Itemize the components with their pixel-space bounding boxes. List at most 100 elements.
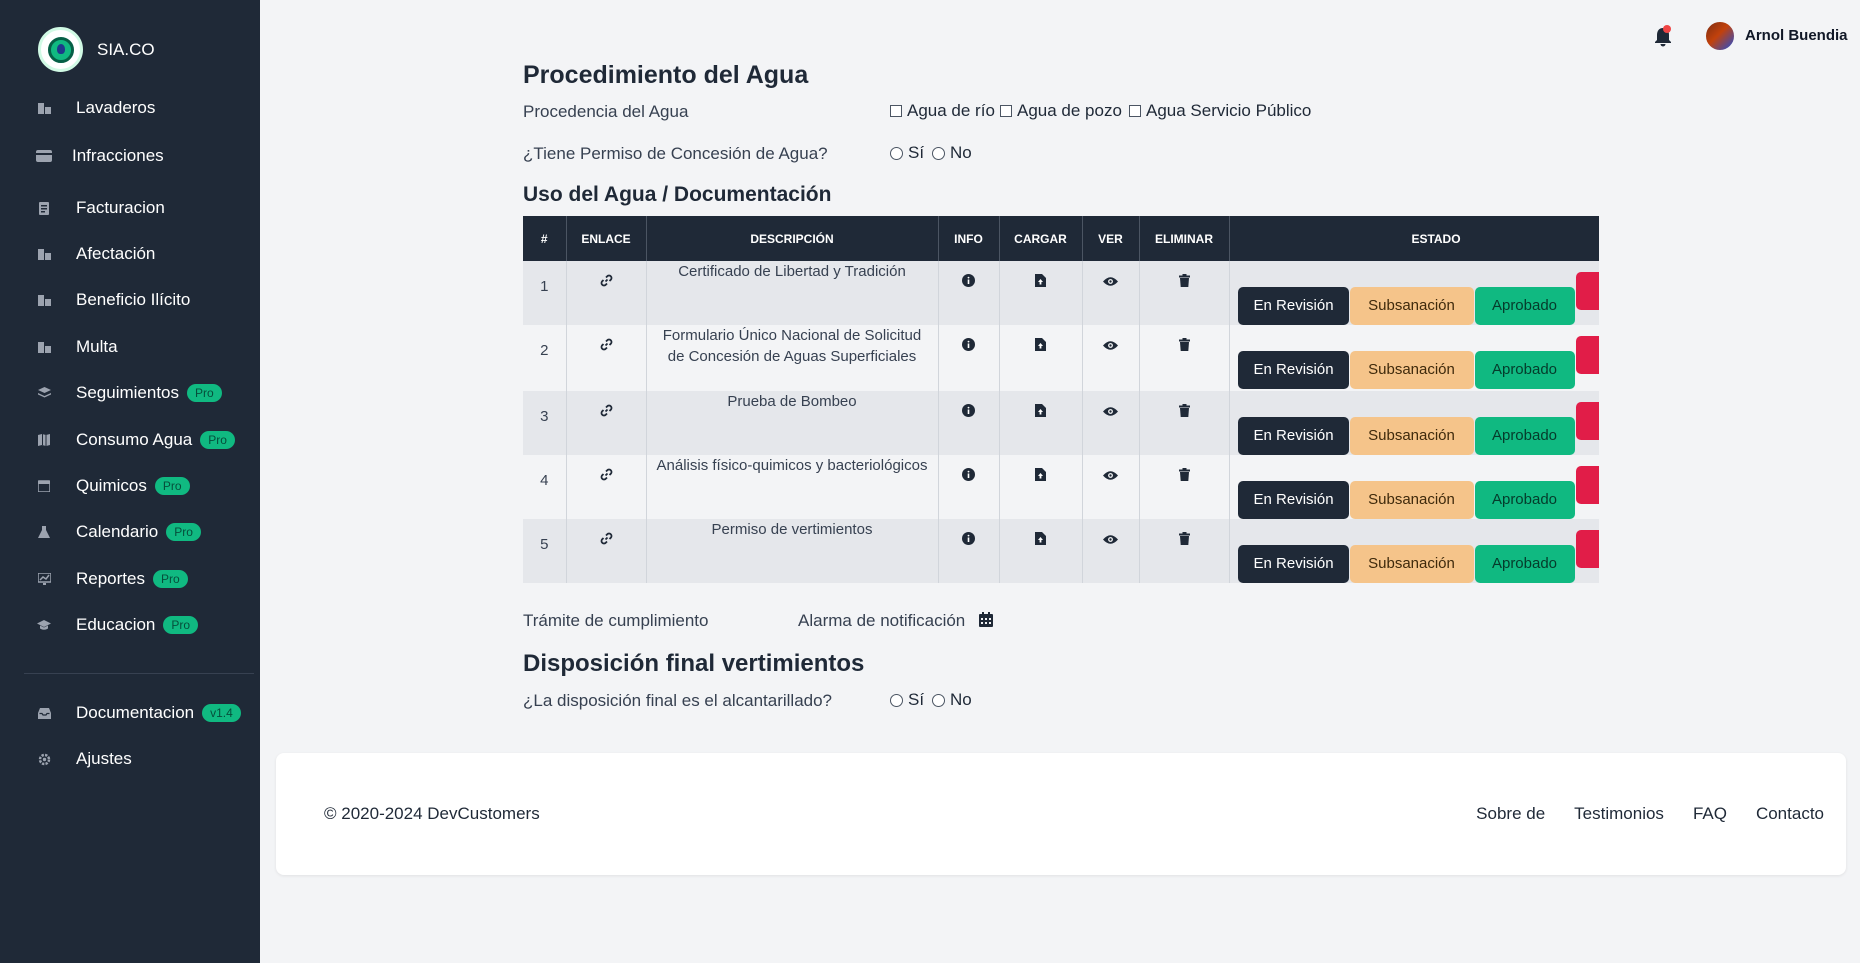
status-rechazado-button[interactable] bbox=[1575, 466, 1599, 504]
upload-file-icon[interactable] bbox=[1035, 404, 1046, 420]
status-en-revision-button[interactable]: En Revisión bbox=[1237, 417, 1349, 455]
checkbox[interactable] bbox=[1000, 105, 1012, 117]
checkbox[interactable] bbox=[1129, 105, 1141, 117]
documents-table: # ENLACE DESCRIPCIÓN INFO CARGAR VER ELI… bbox=[523, 216, 1599, 584]
credit-card-icon bbox=[36, 150, 52, 162]
sidebar-item-infracciones[interactable]: Infracciones bbox=[36, 143, 164, 169]
link-icon[interactable] bbox=[600, 274, 613, 290]
sidebar-item-label: Educacion bbox=[76, 615, 156, 634]
status-aprobado-button[interactable]: Aprobado bbox=[1474, 545, 1575, 583]
chart-icon bbox=[36, 573, 52, 585]
upload-file-icon[interactable] bbox=[1035, 468, 1046, 484]
user-name[interactable]: Arnol Buendia bbox=[1745, 27, 1848, 44]
graduation-cap-icon bbox=[36, 619, 52, 631]
info-icon[interactable] bbox=[962, 404, 975, 420]
link-icon[interactable] bbox=[600, 532, 613, 548]
sidebar-item-multa[interactable]: Multa bbox=[36, 334, 118, 360]
info-icon[interactable] bbox=[962, 532, 975, 548]
link-icon[interactable] bbox=[600, 468, 613, 484]
trash-icon[interactable] bbox=[1178, 274, 1190, 290]
sidebar-item-calendario[interactable]: Calendario Pro bbox=[36, 519, 201, 545]
checkbox[interactable] bbox=[890, 105, 902, 117]
disposicion-radio-no[interactable]: No bbox=[932, 690, 972, 710]
row-description: Certificado de Libertad y Tradición bbox=[646, 261, 939, 325]
info-icon[interactable] bbox=[962, 468, 975, 484]
building-icon bbox=[36, 341, 52, 353]
sidebar-item-afectacion[interactable]: Afectación bbox=[36, 241, 155, 267]
sidebar-item-documentacion[interactable]: Documentacion v1.4 bbox=[36, 700, 241, 726]
radio[interactable] bbox=[932, 146, 945, 160]
status-subsanacion-button[interactable]: Subsanación bbox=[1349, 287, 1474, 325]
upload-file-icon[interactable] bbox=[1035, 274, 1046, 290]
table-row: 3 Prueba de Bombeo En Revisión Subsanació… bbox=[523, 391, 1599, 455]
status-rechazado-button[interactable] bbox=[1575, 272, 1599, 310]
sidebar-item-educacion[interactable]: Educacion Pro bbox=[36, 612, 199, 638]
col-header: ELIMINAR bbox=[1139, 216, 1230, 261]
status-en-revision-button[interactable]: En Revisión bbox=[1237, 351, 1349, 389]
disposicion-label: ¿La disposición final es el alcantarilla… bbox=[523, 691, 833, 710]
option-agua-servicio-publico[interactable]: Agua Servicio Público bbox=[1129, 101, 1311, 121]
radio[interactable] bbox=[932, 693, 945, 707]
eye-icon[interactable] bbox=[1103, 275, 1118, 290]
eye-icon[interactable] bbox=[1103, 405, 1118, 420]
sidebar: SIA.CO Lavaderos Infracciones Facturacio… bbox=[0, 0, 260, 963]
permiso-radio-no[interactable]: No bbox=[932, 143, 972, 163]
status-rechazado-button[interactable] bbox=[1575, 336, 1599, 374]
sidebar-item-reportes[interactable]: Reportes Pro bbox=[36, 566, 188, 592]
link-icon[interactable] bbox=[600, 404, 613, 420]
footer-links: Sobre de Testimonios FAQ Contacto bbox=[1476, 804, 1824, 824]
eye-icon[interactable] bbox=[1103, 533, 1118, 548]
sidebar-item-lavaderos[interactable]: Lavaderos bbox=[36, 95, 155, 121]
sidebar-item-quimicos[interactable]: Quimicos Pro bbox=[36, 473, 190, 499]
trash-icon[interactable] bbox=[1178, 404, 1190, 420]
disposicion-radio-si[interactable]: Sí bbox=[890, 690, 924, 710]
sidebar-item-seguimientos[interactable]: Seguimientos Pro bbox=[36, 380, 222, 406]
status-subsanacion-button[interactable]: Subsanación bbox=[1349, 417, 1474, 455]
avatar[interactable] bbox=[1704, 20, 1736, 52]
sidebar-item-beneficio-ilicito[interactable]: Beneficio Ilícito bbox=[36, 287, 190, 313]
footer-link-faq[interactable]: FAQ bbox=[1693, 804, 1727, 824]
footer-copyright: © 2020-2024 DevCustomers bbox=[324, 804, 540, 823]
upload-file-icon[interactable] bbox=[1035, 532, 1046, 548]
radio[interactable] bbox=[890, 146, 903, 160]
sidebar-item-consumo-agua[interactable]: Consumo Agua Pro bbox=[36, 427, 235, 453]
sidebar-item-facturacion[interactable]: Facturacion bbox=[36, 195, 165, 221]
footer-link-testimonios[interactable]: Testimonios bbox=[1574, 804, 1664, 824]
row-number: 1 bbox=[523, 261, 567, 325]
status-en-revision-button[interactable]: En Revisión bbox=[1237, 481, 1349, 519]
col-header: CARGAR bbox=[999, 216, 1083, 261]
option-agua-pozo[interactable]: Agua de pozo bbox=[1000, 101, 1122, 121]
calendar-icon[interactable] bbox=[979, 612, 993, 627]
permiso-radio-si[interactable]: Sí bbox=[890, 143, 924, 163]
trash-icon[interactable] bbox=[1178, 532, 1190, 548]
info-icon[interactable] bbox=[962, 274, 975, 290]
tramite-label: Trámite de cumplimiento bbox=[523, 611, 709, 630]
footer-link-contacto[interactable]: Contacto bbox=[1756, 804, 1824, 824]
status-subsanacion-button[interactable]: Subsanación bbox=[1349, 481, 1474, 519]
link-icon[interactable] bbox=[600, 338, 613, 354]
status-aprobado-button[interactable]: Aprobado bbox=[1474, 287, 1575, 325]
sidebar-item-ajustes[interactable]: Ajustes bbox=[36, 746, 132, 772]
status-aprobado-button[interactable]: Aprobado bbox=[1474, 481, 1575, 519]
status-rechazado-button[interactable] bbox=[1575, 530, 1599, 568]
trash-icon[interactable] bbox=[1178, 338, 1190, 354]
sidebar-item-label: Multa bbox=[76, 337, 118, 356]
status-en-revision-button[interactable]: En Revisión bbox=[1237, 545, 1349, 583]
layers-icon bbox=[36, 387, 52, 399]
status-aprobado-button[interactable]: Aprobado bbox=[1474, 417, 1575, 455]
footer-link-sobre[interactable]: Sobre de bbox=[1476, 804, 1545, 824]
status-aprobado-button[interactable]: Aprobado bbox=[1474, 351, 1575, 389]
status-subsanacion-button[interactable]: Subsanación bbox=[1349, 545, 1474, 583]
brand[interactable]: SIA.CO bbox=[38, 27, 155, 72]
upload-file-icon[interactable] bbox=[1035, 338, 1046, 354]
status-subsanacion-button[interactable]: Subsanación bbox=[1349, 351, 1474, 389]
eye-icon[interactable] bbox=[1103, 339, 1118, 354]
radio[interactable] bbox=[890, 693, 903, 707]
row-number: 3 bbox=[523, 391, 567, 455]
eye-icon[interactable] bbox=[1103, 469, 1118, 484]
info-icon[interactable] bbox=[962, 338, 975, 354]
status-rechazado-button[interactable] bbox=[1575, 402, 1599, 440]
trash-icon[interactable] bbox=[1178, 468, 1190, 484]
option-agua-rio[interactable]: Agua de río bbox=[890, 101, 995, 121]
status-en-revision-button[interactable]: En Revisión bbox=[1237, 287, 1349, 325]
